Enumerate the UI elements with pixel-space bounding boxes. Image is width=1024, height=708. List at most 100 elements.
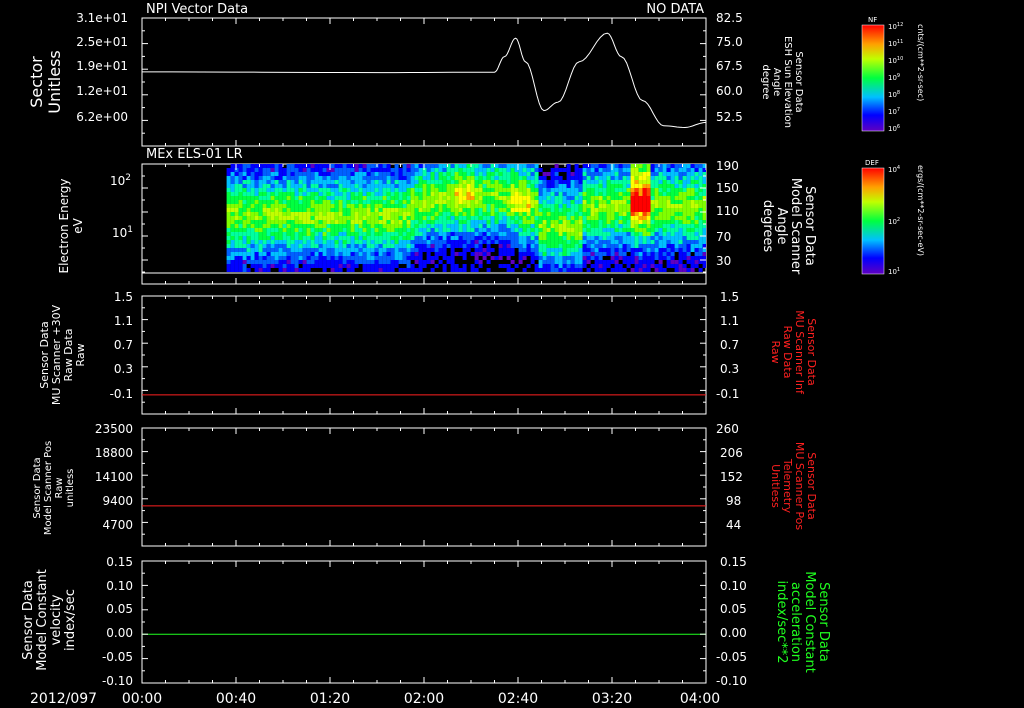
spectrogram-cell <box>358 212 363 216</box>
spectrogram-cell <box>598 248 603 252</box>
spectrogram-cell <box>410 204 415 208</box>
spectrogram-cell <box>334 188 339 192</box>
spectrogram-cell <box>310 220 315 224</box>
spectrogram-cell <box>618 196 623 200</box>
spectrogram-cell <box>266 256 271 260</box>
spectrogram-cell <box>322 184 327 188</box>
spectrogram-cell <box>454 244 459 248</box>
spectrogram-cell <box>618 236 623 240</box>
spectrogram-cell <box>510 252 515 256</box>
spectrogram-cell <box>686 172 691 176</box>
spectrogram-cell <box>654 256 659 260</box>
spectrogram-cell <box>530 180 535 184</box>
spectrogram-cell <box>314 264 319 268</box>
spectrogram-cell <box>538 216 543 220</box>
spectrogram-cell <box>274 200 279 204</box>
spectrogram-cell <box>418 236 423 240</box>
spectrogram-cell <box>498 220 503 224</box>
spectrogram-cell <box>446 260 451 264</box>
spectrogram-cell <box>554 168 559 172</box>
spectrogram-cell <box>506 220 511 224</box>
spectrogram-cell <box>350 248 355 252</box>
spectrogram-cell <box>702 256 706 260</box>
spectrogram-cell <box>606 216 611 220</box>
spectrogram-cell <box>286 176 291 180</box>
spectrogram-cell <box>278 268 283 272</box>
spectrogram-cell <box>374 172 379 176</box>
spectrogram-cell <box>274 216 279 220</box>
spectrogram-cell <box>478 176 483 180</box>
spectrogram-cell <box>650 260 655 264</box>
spectrogram-cell <box>522 192 527 196</box>
spectrogram-cell <box>534 176 539 180</box>
spectrogram-cell <box>578 172 583 176</box>
spectrogram-cell <box>298 196 303 200</box>
spectrogram-cell <box>374 180 379 184</box>
spectrogram-cell <box>298 228 303 232</box>
spectrogram-cell <box>682 184 687 188</box>
spectrogram-cell <box>646 228 651 232</box>
spectrogram-cell <box>610 252 615 256</box>
spectrogram-cell <box>594 204 599 208</box>
spectrogram-cell <box>594 224 599 228</box>
spectrogram-cell <box>538 240 543 244</box>
spectrogram-cell <box>322 256 327 260</box>
spectrogram-cell <box>422 176 427 180</box>
spectrogram-cell <box>366 232 371 236</box>
spectrogram-cell <box>542 228 547 232</box>
spectrogram-cell <box>454 196 459 200</box>
spectrogram-cell <box>646 184 651 188</box>
spectrogram-cell <box>498 208 503 212</box>
spectrogram-cell <box>366 200 371 204</box>
spectrogram-cell <box>698 176 703 180</box>
spectrogram-cell <box>514 216 519 220</box>
svg-text:206: 206 <box>720 446 743 460</box>
spectrogram-cell <box>598 268 603 272</box>
spectrogram-cell <box>466 184 471 188</box>
spectrogram-cell <box>638 232 643 236</box>
spectrogram-cell <box>534 268 539 272</box>
spectrogram-cell <box>562 180 567 184</box>
spectrogram-cell <box>314 232 319 236</box>
spectrogram-cell <box>630 248 635 252</box>
spectrogram-cell <box>270 220 275 224</box>
spectrogram-cell <box>686 196 691 200</box>
spectrogram-cell <box>458 204 463 208</box>
spectrogram-cell <box>394 224 399 228</box>
spectrogram-cell <box>506 228 511 232</box>
spectrogram-cell <box>366 180 371 184</box>
spectrogram-cell <box>566 264 571 268</box>
spectrogram-cell <box>550 260 555 264</box>
spectrogram-cell <box>374 196 379 200</box>
spectrogram-cell <box>462 172 467 176</box>
spectrogram-cell <box>466 228 471 232</box>
spectrogram-cell <box>358 168 363 172</box>
spectrogram-cell <box>254 212 259 216</box>
spectrogram-cell <box>418 208 423 212</box>
spectrogram-cell <box>686 252 691 256</box>
spectrogram-cell <box>430 168 435 172</box>
spectrogram-cell <box>390 176 395 180</box>
spectrogram-cell <box>298 192 303 196</box>
spectrogram-cell <box>354 204 359 208</box>
spectrogram-cell <box>674 240 679 244</box>
spectrogram-cell <box>230 244 235 248</box>
spectrogram-cell <box>638 208 643 212</box>
spectrogram-cell <box>622 188 627 192</box>
spectrogram-cell <box>526 244 531 248</box>
spectrogram-cell <box>374 228 379 232</box>
spectrogram-cell <box>578 208 583 212</box>
spectrogram-cell <box>438 240 443 244</box>
spectrogram-cell <box>306 172 311 176</box>
spectrogram-cell <box>698 196 703 200</box>
spectrogram-cell <box>458 208 463 212</box>
spectrogram-cell <box>634 260 639 264</box>
spectrogram-cell <box>242 176 247 180</box>
spectrogram-cell <box>410 232 415 236</box>
spectrogram-cell <box>414 232 419 236</box>
spectrogram-cell <box>478 216 483 220</box>
spectrogram-cell <box>298 268 303 272</box>
spectrogram-cell <box>246 196 251 200</box>
spectrogram-cell <box>582 236 587 240</box>
spectrogram-cell <box>526 188 531 192</box>
